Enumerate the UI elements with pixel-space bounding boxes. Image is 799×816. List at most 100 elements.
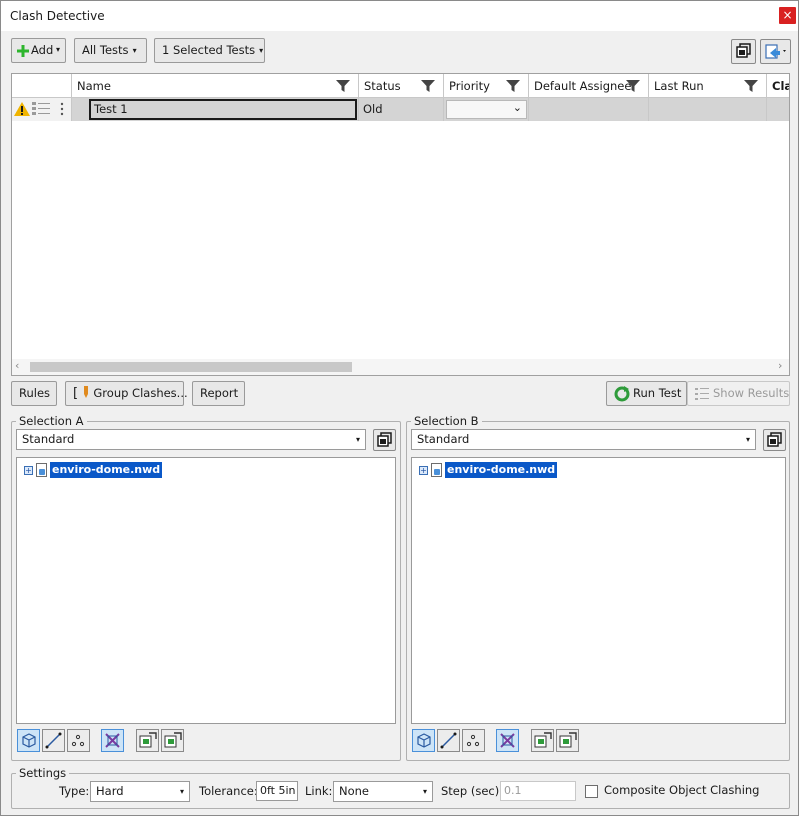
run-test-button[interactable]: Run Test [606,381,687,406]
compact-tests-button[interactable] [731,39,756,64]
close-button[interactable]: × [779,7,796,24]
list-icon [32,102,50,115]
self-intersect-toggle[interactable] [496,729,519,752]
column-header-status[interactable]: Status [359,74,444,98]
select-current-icon [534,732,552,748]
select-in-scene-button[interactable] [556,729,579,752]
row-header [12,98,72,121]
surfaces-toggle[interactable] [17,729,40,752]
lines-toggle[interactable] [42,729,65,752]
filter-icon[interactable] [421,79,435,93]
selection-b-tree[interactable]: + enviro-dome.nwd [411,457,786,724]
report-button[interactable]: Report [192,381,245,406]
filter-icon[interactable] [744,79,758,93]
scroll-right-icon[interactable]: › [778,359,782,372]
points-icon [466,734,480,747]
cube-icon [417,733,431,748]
bracket-icon: [ [73,386,79,401]
selected-tests-label: 1 Selected Tests [162,43,256,57]
line-icon [45,732,62,749]
expand-icon[interactable]: + [24,466,33,475]
all-tests-label: All Tests [82,43,129,57]
column-header-label: Last Run [654,79,704,93]
add-button[interactable]: Add ▾ [11,38,66,63]
name-edit-field[interactable]: Test 1 [89,99,357,120]
last-run-cell[interactable] [649,98,767,121]
name-cell[interactable]: Test 1 [72,98,359,121]
title-bar: Clash Detective × [1,1,798,31]
column-header-label: Status [364,79,401,93]
chevron-down-icon: ▾ [132,46,137,55]
self-intersect-icon [500,733,515,748]
tree-node-label[interactable]: enviro-dome.nwd [445,462,558,478]
selection-b-label: Selection B [411,414,482,428]
step-input[interactable]: 0.1 [500,781,576,801]
clashes-cell[interactable] [767,98,789,121]
type-select[interactable]: Hard ▾ [90,781,190,802]
self-intersect-icon [105,733,120,748]
chevron-down-icon: ▾ [422,787,427,796]
composite-clashing-checkbox[interactable] [585,785,598,798]
rules-button[interactable]: Rules [11,381,57,406]
column-header-default-assignee[interactable]: Default Assignee [529,74,649,98]
rules-label: Rules [19,386,51,400]
use-current-selection-button[interactable] [531,729,554,752]
import-export-button[interactable] [760,39,791,64]
tolerance-input[interactable]: 0ft 5in [256,781,298,801]
selection-a-mode-select[interactable]: Standard ▾ [16,429,366,450]
tree-node-label[interactable]: enviro-dome.nwd [50,462,163,478]
report-label: Report [200,386,239,400]
chevron-down-icon: ▾ [259,46,264,55]
stack-windows-icon [736,43,751,58]
priority-dropdown[interactable]: ⌄ [446,100,527,119]
select-scene-icon [164,732,182,748]
table-row[interactable]: Test 1 Old ⌄ [12,98,789,121]
points-toggle[interactable] [462,729,485,752]
stack-windows-icon [377,432,392,447]
selected-tests-button[interactable]: 1 Selected Tests ▾ [154,38,265,63]
tolerance-label: Tolerance: [199,784,258,798]
priority-cell[interactable]: ⌄ [444,98,529,121]
filter-icon[interactable] [626,79,640,93]
show-results-button[interactable]: Show Results [687,381,790,406]
points-toggle[interactable] [67,729,90,752]
select-in-scene-button[interactable] [161,729,184,752]
test-status: Old [363,102,383,116]
link-value: None [339,784,370,798]
column-header-name[interactable]: Name [72,74,359,98]
status-cell[interactable]: Old [359,98,444,121]
selection-a-save-button[interactable] [373,429,396,451]
filter-icon[interactable] [506,79,520,93]
group-clashes-button[interactable]: [ Group Clashes... [65,381,188,406]
pencil-icon [83,386,88,398]
lines-toggle[interactable] [437,729,460,752]
chevron-down-icon: ▾ [179,787,184,796]
selection-a-tree[interactable]: + enviro-dome.nwd [16,457,396,724]
composite-clashing-label: Composite Object Clashing [604,783,760,797]
all-tests-button[interactable]: All Tests ▾ [74,38,147,63]
chevron-down-icon: ▾ [355,435,360,444]
assignee-cell[interactable] [529,98,649,121]
link-select[interactable]: None ▾ [333,781,433,802]
surfaces-toggle[interactable] [412,729,435,752]
column-header-label: Name [77,79,111,93]
stack-windows-icon [767,432,782,447]
refresh-icon [614,386,630,402]
column-header-last-run[interactable]: Last Run [649,74,767,98]
expand-icon[interactable]: + [419,466,428,475]
horizontal-scrollbar[interactable]: ‹ › [12,359,789,375]
scroll-left-icon[interactable]: ‹ [15,359,19,372]
grid-corner-header [12,74,72,98]
selection-b-mode-select[interactable]: Standard ▾ [411,429,756,450]
selection-a-mode: Standard [22,432,75,446]
drag-handle-icon[interactable] [60,102,64,116]
column-header-priority[interactable]: Priority [444,74,529,98]
group-clashes-label: Group Clashes... [93,386,188,400]
filter-icon[interactable] [336,79,350,93]
scrollbar-thumb[interactable] [30,362,352,372]
use-current-selection-button[interactable] [136,729,159,752]
selection-b-save-button[interactable] [763,429,786,451]
show-results-label: Show Results [713,386,790,400]
self-intersect-toggle[interactable] [101,729,124,752]
column-header-clashes[interactable]: Clas [767,74,789,98]
